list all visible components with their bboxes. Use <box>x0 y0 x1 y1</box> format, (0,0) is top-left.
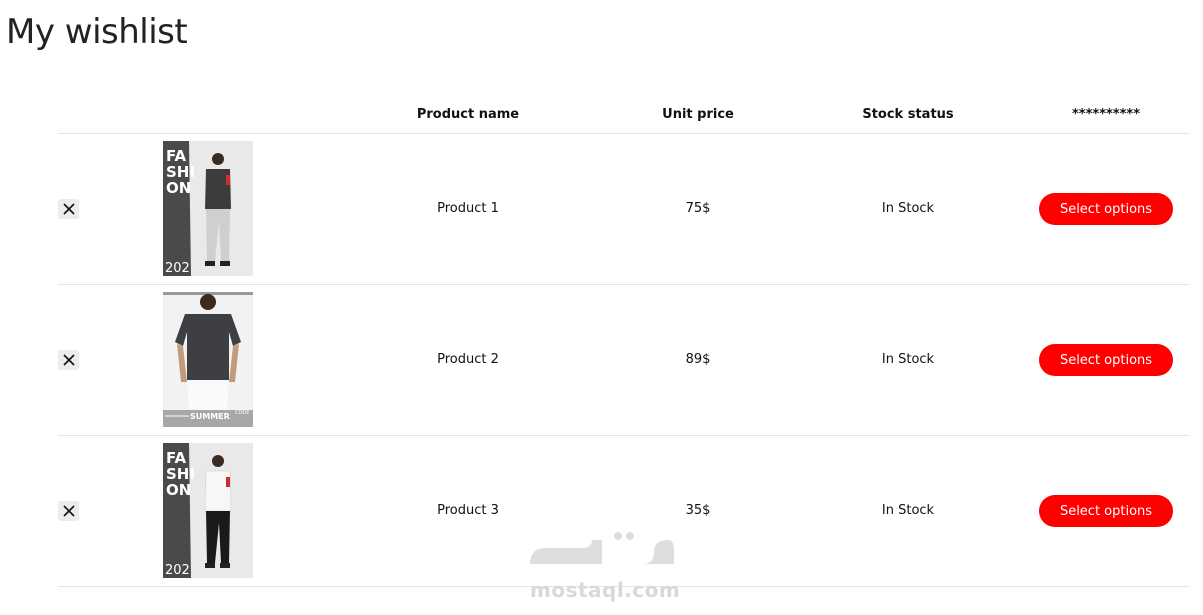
table-row: SUMMER CODE Product 2 89$ In Stock Selec… <box>58 285 1189 436</box>
watermark: mostaql.com <box>522 526 682 606</box>
product-image-text: SUMMER <box>190 412 230 421</box>
product-image-text: ON <box>166 179 191 197</box>
product-image[interactable]: FA SHI ON 202 <box>163 141 253 276</box>
product-price: 89$ <box>685 352 711 367</box>
stock-status: In Stock <box>881 503 935 518</box>
select-options-button[interactable]: Select options <box>1039 495 1173 527</box>
table-row: FA SHI ON 202 Product 1 75$ In Stock Sel… <box>58 134 1189 285</box>
watermark-text: mostaql.com <box>530 578 681 602</box>
page-title: My wishlist <box>6 12 188 52</box>
header-product-name: Product name <box>416 107 520 122</box>
product-image-text: 202 <box>165 563 190 578</box>
header-actions: ********** <box>1072 107 1140 122</box>
product-image-text: ON <box>166 481 191 499</box>
mostaql-logo <box>530 532 674 564</box>
table-header: Product name Unit price Stock status ***… <box>58 96 1189 134</box>
product-name[interactable]: Product 3 <box>437 503 499 518</box>
stock-status: In Stock <box>881 352 935 367</box>
product-image-text: 202 <box>165 261 190 276</box>
remove-item-button[interactable] <box>58 501 79 521</box>
product-price: 35$ <box>685 503 711 518</box>
close-icon[interactable] <box>62 203 75 215</box>
header-stock-status: Stock status <box>862 107 954 122</box>
close-icon[interactable] <box>62 505 75 517</box>
remove-item-button[interactable] <box>58 350 79 370</box>
product-name[interactable]: Product 2 <box>437 352 499 367</box>
product-price: 75$ <box>685 201 711 216</box>
product-image-text: CODE <box>235 410 249 416</box>
product-image[interactable]: SUMMER CODE <box>163 292 253 427</box>
stock-status: In Stock <box>881 201 935 216</box>
product-name[interactable]: Product 1 <box>437 201 499 216</box>
wishlist-table: Product name Unit price Stock status ***… <box>58 96 1189 587</box>
select-options-button[interactable]: Select options <box>1039 193 1173 225</box>
select-options-button[interactable]: Select options <box>1039 344 1173 376</box>
product-image[interactable]: FA SHI ON 202 <box>163 443 253 578</box>
close-icon[interactable] <box>62 354 75 366</box>
header-unit-price: Unit price <box>662 107 734 122</box>
remove-item-button[interactable] <box>58 199 79 219</box>
